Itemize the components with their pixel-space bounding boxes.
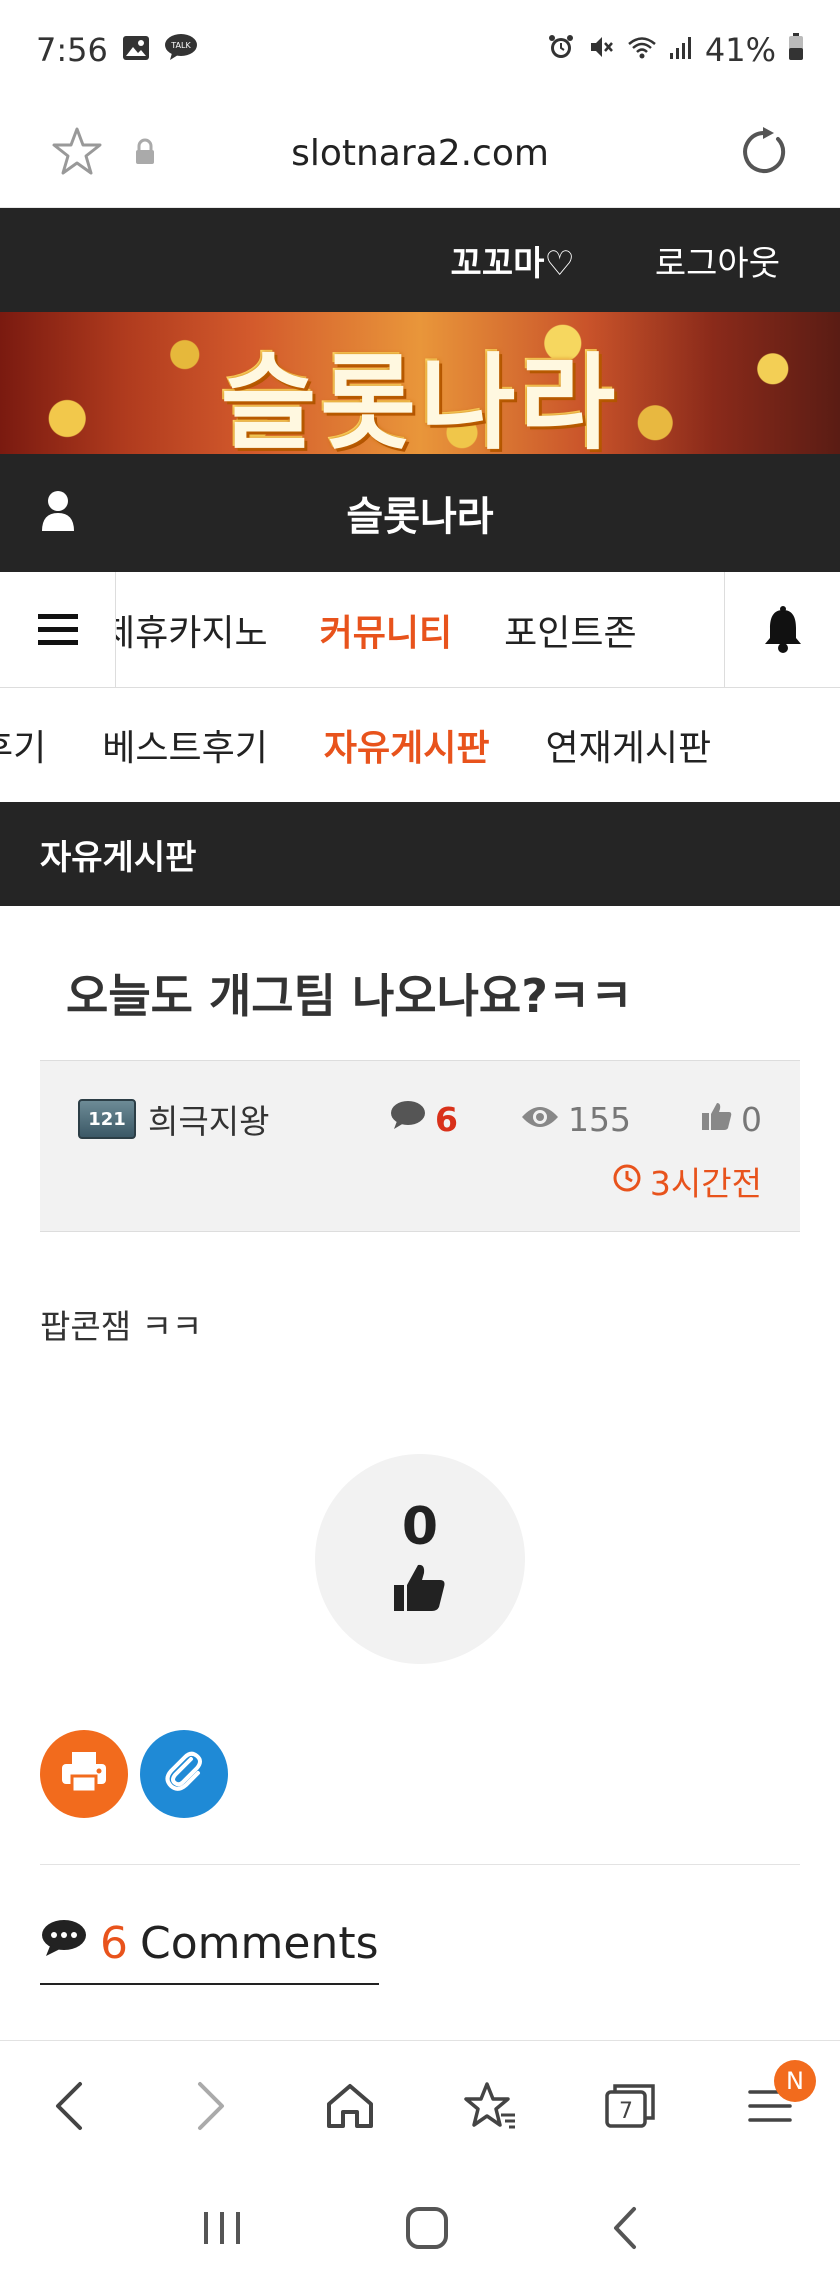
menu-item-partner-casino[interactable]: 제휴카지노	[116, 604, 294, 656]
browser-url-bar: slotnara2.com	[0, 100, 840, 208]
menu-badge: N	[774, 2059, 816, 2102]
post-author[interactable]: 희극지왕	[148, 1095, 269, 1143]
notification-bell-icon[interactable]	[724, 571, 840, 688]
recent-apps-icon[interactable]	[200, 2208, 244, 2252]
comments-count: 6	[100, 1918, 128, 1969]
battery-percent: 41%	[704, 31, 776, 69]
browser-bottom-nav: 7 N	[0, 2040, 840, 2170]
svg-text:TALK: TALK	[170, 41, 191, 50]
recommend-count: 0	[401, 1497, 439, 1557]
comments-icon	[40, 1918, 88, 1969]
user-name-link[interactable]: 꼬꼬마♡	[451, 236, 575, 285]
bookmarks-icon[interactable]	[450, 2066, 530, 2146]
logout-link[interactable]: 로그아웃	[655, 236, 780, 285]
alarm-icon	[547, 31, 575, 69]
tabs-count: 7	[619, 2099, 633, 2124]
submenu-item-best-review[interactable]: 베스트후기	[74, 719, 296, 771]
board-title-bar: 자유게시판	[0, 802, 840, 906]
battery-icon	[788, 31, 804, 69]
comment-count-value: 6	[435, 1099, 458, 1139]
post-body: 팝콘잼 ㅋㅋ	[40, 1307, 203, 1346]
submenu-item-serial-board[interactable]: 연재게시판	[517, 719, 739, 771]
like-count-value: 0	[741, 1099, 762, 1139]
wifi-icon	[627, 31, 657, 69]
status-time: 7:56	[36, 31, 108, 69]
system-back-icon[interactable]	[610, 2205, 640, 2255]
clock-icon	[612, 1162, 642, 1201]
printer-icon	[60, 1750, 108, 1798]
comment-bubble-icon	[389, 1099, 427, 1139]
forward-icon[interactable]	[170, 2066, 250, 2146]
main-menu: 제휴카지노 커뮤니티 포인트존	[0, 571, 840, 688]
view-count-value: 155	[568, 1099, 631, 1139]
eye-icon	[520, 1100, 560, 1139]
gallery-icon	[122, 31, 150, 69]
menu-item-point-zone[interactable]: 포인트존	[478, 604, 662, 656]
mute-icon	[587, 31, 615, 69]
comment-count: 6	[389, 1099, 458, 1139]
signal-icon	[669, 31, 693, 69]
site-banner[interactable]: 슬롯나라	[0, 312, 840, 454]
home-icon[interactable]	[310, 2066, 390, 2146]
site-name[interactable]: 슬롯나라	[0, 484, 840, 542]
view-count: 155	[520, 1100, 631, 1139]
submenu-item-free-board[interactable]: 자유게시판	[296, 719, 518, 771]
recommend-thumbs-up-icon	[392, 1561, 448, 1617]
tabs-icon[interactable]: 7	[590, 2066, 670, 2146]
like-count: 0	[701, 1100, 762, 1139]
recommend-button[interactable]: 0	[315, 1454, 525, 1664]
system-nav-bar	[0, 2170, 840, 2289]
site-name-bar: 슬롯나라	[0, 454, 840, 572]
board-title: 자유게시판	[40, 837, 197, 878]
paperclip-icon	[161, 1749, 207, 1799]
status-bar: 7:56 TALK 41%	[0, 0, 840, 100]
level-badge: 121	[78, 1099, 136, 1139]
site-top-bar: 꼬꼬마♡ 로그아웃	[0, 208, 840, 312]
comments-label: Comments	[140, 1918, 379, 1969]
banner-title: 슬롯나라	[220, 342, 620, 454]
url-text[interactable]: slotnara2.com	[0, 133, 840, 174]
post-title: 오늘도 개그팀 나오나요?ㅋㅋ	[66, 969, 633, 1023]
divider	[40, 1864, 800, 1865]
system-home-icon[interactable]	[404, 2205, 450, 2255]
print-button[interactable]	[40, 1730, 128, 1818]
post-time: 3시간전	[649, 1164, 762, 1203]
submenu-item-review[interactable]: 후기	[0, 719, 74, 771]
back-icon[interactable]	[30, 2066, 110, 2146]
menu-item-community[interactable]: 커뮤니티	[294, 604, 478, 656]
copy-link-button[interactable]	[140, 1730, 228, 1818]
thumbs-up-icon	[701, 1100, 733, 1139]
sub-menu: 후기 베스트후기 자유게시판 연재게시판	[0, 688, 840, 802]
talk-icon: TALK	[164, 31, 198, 69]
comments-heading: 6 Comments	[40, 1918, 379, 1985]
browser-menu-icon[interactable]: N	[730, 2059, 816, 2146]
post-meta: 121 희극지왕 6 155 0 3시간전	[40, 1060, 800, 1232]
hamburger-menu-icon[interactable]	[0, 571, 116, 688]
